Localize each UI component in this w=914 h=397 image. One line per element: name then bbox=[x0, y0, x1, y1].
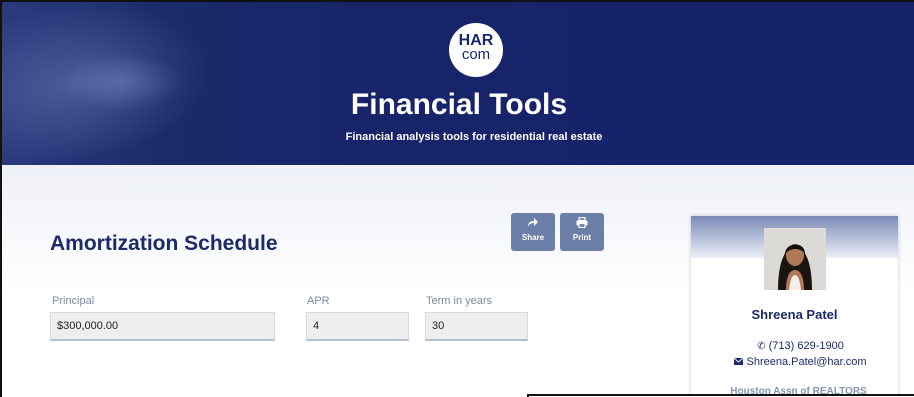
principal-label: Principal bbox=[52, 295, 95, 307]
print-button[interactable]: Print bbox=[560, 213, 604, 251]
agent-email[interactable]: Shreena.Patel@har.com bbox=[691, 356, 898, 368]
agent-photo[interactable] bbox=[764, 228, 826, 290]
apr-input[interactable] bbox=[306, 312, 409, 341]
principal-input[interactable] bbox=[50, 312, 275, 341]
agent-name[interactable]: Shreena Patel bbox=[691, 307, 898, 322]
term-input[interactable] bbox=[425, 312, 528, 341]
agent-phone-number: (713) 629-1900 bbox=[768, 340, 844, 352]
apr-label: APR bbox=[307, 295, 330, 307]
share-icon bbox=[511, 217, 555, 231]
hero-banner: HAR com Financial Tools Financial analys… bbox=[2, 2, 914, 165]
phone-icon: ✆ bbox=[757, 341, 766, 352]
print-button-label: Print bbox=[572, 233, 592, 242]
share-button[interactable]: Share bbox=[511, 213, 555, 251]
agent-card: Shreena Patel ✆ (713) 629-1900 Shreena.P… bbox=[691, 216, 898, 397]
envelope-icon bbox=[734, 356, 746, 368]
print-icon bbox=[560, 216, 604, 231]
logo-text-bottom: com bbox=[461, 46, 491, 63]
tool-title: Amortization Schedule bbox=[50, 232, 278, 255]
page-heading: Financial Tools bbox=[350, 88, 568, 121]
page-subheading: Financial analysis tools for residential… bbox=[345, 131, 603, 143]
share-button-label: Share bbox=[521, 233, 545, 242]
agent-phone[interactable]: ✆ (713) 629-1900 bbox=[691, 340, 898, 352]
agent-email-address: Shreena.Patel@har.com bbox=[746, 356, 867, 368]
page-frame: HAR com Financial Tools Financial analys… bbox=[0, 0, 914, 397]
term-label: Term in years bbox=[426, 295, 493, 307]
har-logo[interactable]: HAR com bbox=[449, 23, 503, 77]
